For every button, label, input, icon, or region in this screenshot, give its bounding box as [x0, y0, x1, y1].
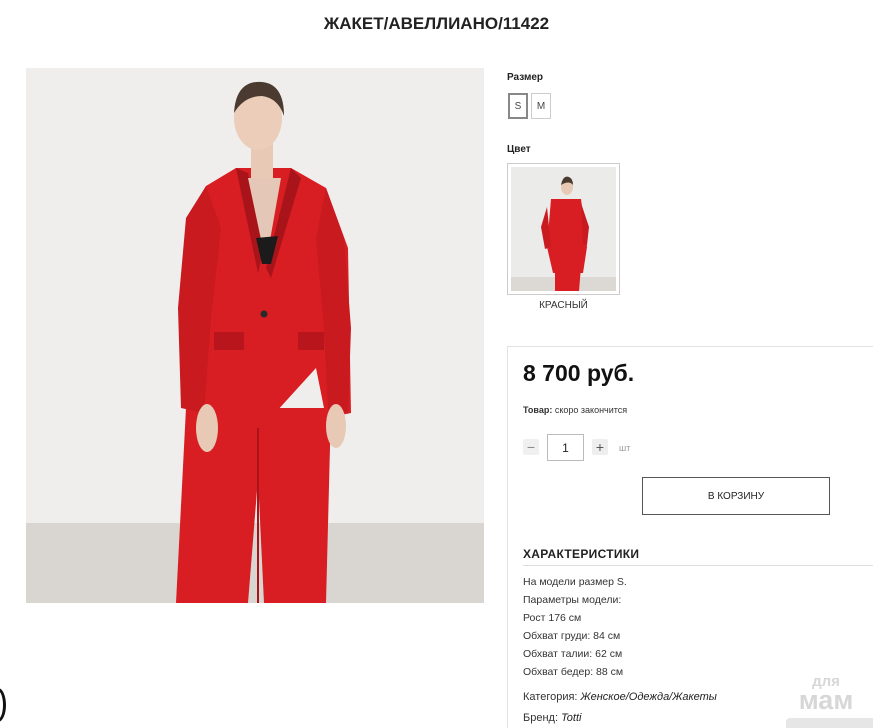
color-label: Цвет	[507, 144, 531, 155]
product-main-photo[interactable]	[26, 68, 484, 603]
brand-link[interactable]: Totti	[561, 712, 581, 724]
edge-circle-icon	[0, 688, 6, 722]
color-thumbnail-image	[511, 167, 616, 291]
characteristic-line: Обхват бедер: 88 см	[523, 666, 624, 678]
color-swatch-red[interactable]	[507, 163, 620, 295]
quantity-increase-button[interactable]: +	[592, 439, 608, 455]
characteristics-title: ХАРАКТЕРИСТИКИ	[523, 547, 640, 561]
quantity-input[interactable]	[547, 434, 584, 461]
characteristic-line: Рост 176 см	[523, 612, 582, 624]
size-option-m[interactable]: M	[531, 93, 551, 119]
category-row: Категория: Женское/Одежда/Жакеты	[523, 691, 717, 703]
size-label: Размер	[507, 72, 544, 83]
characteristic-line: На модели размер S.	[523, 576, 627, 588]
add-to-cart-button[interactable]: В КОРЗИНУ	[642, 477, 830, 515]
watermark-logo: для мам	[786, 674, 866, 715]
characteristic-line: Параметры модели:	[523, 594, 622, 606]
quantity-unit: шт	[619, 443, 631, 453]
model-in-red-suit-image	[26, 68, 484, 603]
characteristics-divider	[523, 565, 873, 566]
watermark-bar	[786, 718, 873, 728]
brand-label: Бренд:	[523, 712, 559, 724]
category-link[interactable]: Женское/Одежда/Жакеты	[581, 691, 717, 703]
characteristic-line: Обхват груди: 84 см	[523, 630, 621, 642]
stock-value: скоро закончится	[554, 405, 628, 415]
watermark-line2: мам	[798, 684, 854, 715]
brand-row: Бренд: Totti	[523, 712, 581, 724]
price: 8 700 руб.	[523, 360, 635, 386]
characteristic-line: Обхват талии: 62 см	[523, 648, 623, 660]
quantity-decrease-button[interactable]: −	[523, 439, 539, 455]
stock-label: Товар:	[523, 405, 553, 415]
category-label: Категория:	[523, 691, 578, 703]
stock-status: Товар: скоро закончится	[523, 405, 627, 415]
size-option-s[interactable]: S	[508, 93, 528, 119]
color-name: КРАСНЫЙ	[539, 300, 588, 311]
product-title: ЖАКЕТ/АВЕЛЛИАНО/11422	[323, 14, 550, 33]
